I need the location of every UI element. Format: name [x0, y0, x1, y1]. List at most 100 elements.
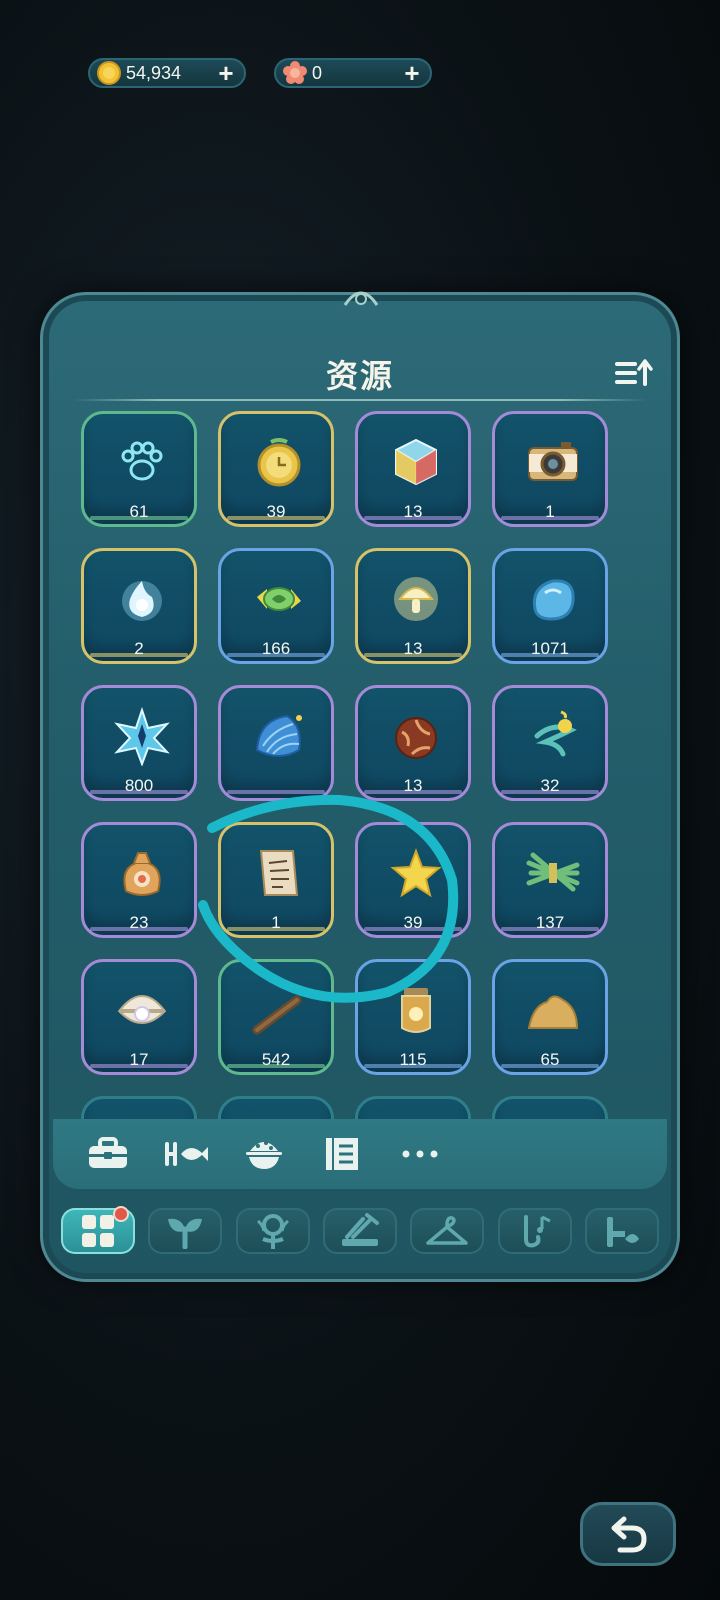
tab-furniture[interactable] [584, 1208, 659, 1254]
glow-jar-icon [401, 988, 431, 1033]
tab-items[interactable] [61, 1206, 135, 1254]
chocolate-ball-icon [395, 717, 437, 759]
candy-icon [257, 587, 301, 611]
resource-slot[interactable]: 39 [218, 411, 334, 527]
tab-music[interactable] [497, 1208, 572, 1254]
item-count: 13 [403, 502, 423, 521]
item-count: 137 [535, 913, 565, 932]
flower-amount: 0 [312, 62, 323, 83]
item-count: 39 [403, 913, 423, 932]
tab-plants[interactable] [148, 1208, 223, 1254]
tab-book[interactable] [303, 1129, 381, 1179]
add-flower-button[interactable]: + [398, 59, 426, 87]
paper-note-icon [259, 850, 299, 896]
paw-icon [121, 441, 163, 481]
tab-food[interactable] [225, 1129, 303, 1179]
resource-slot[interactable]: 23 [81, 822, 197, 938]
star-crystal-icon [114, 706, 170, 766]
item-count: 39 [266, 502, 286, 521]
star-icon [390, 848, 442, 898]
crafting-icon [341, 1213, 379, 1246]
resource-slot[interactable]: 13 [355, 685, 471, 801]
resource-slot[interactable]: 17 [81, 959, 197, 1075]
panel-title: 资源 [325, 358, 394, 394]
sort-icon[interactable] [613, 357, 653, 389]
camera-icon [528, 442, 578, 481]
item-count: 115 [399, 1050, 427, 1069]
swirl-orb-icon [534, 710, 577, 757]
item-count: 32 [540, 776, 560, 795]
title-divider [73, 399, 647, 401]
toolbox-icon [89, 1137, 127, 1168]
flower-icon [256, 1214, 289, 1249]
item-count: 17 [129, 1050, 149, 1069]
resources-panel: 资源 61 39 13 1 2 166 13 1071 800 13 32 23 1 39 137 17 542… [40, 291, 681, 1282]
item-count: 13 [403, 639, 423, 658]
item-count: 65 [540, 1050, 560, 1069]
tab-more[interactable] [381, 1129, 459, 1179]
item-count: 61 [129, 502, 149, 521]
resource-slot[interactable]: 1 [218, 822, 334, 938]
resource-slot[interactable] [218, 685, 334, 801]
pocket-watch-icon [257, 438, 301, 487]
more-icon [402, 1150, 438, 1158]
blue-shell-icon [255, 714, 302, 757]
crest-ornament [343, 291, 379, 306]
resource-slot[interactable]: 65 [492, 959, 608, 1075]
sand-pile-icon [527, 995, 579, 1029]
pouch-icon [123, 852, 161, 896]
resource-slot[interactable]: 542 [218, 959, 334, 1075]
sprout-icon [168, 1218, 203, 1249]
book-icon [326, 1138, 358, 1170]
resource-slot[interactable]: 166 [218, 548, 334, 664]
add-gold-button[interactable]: + [212, 59, 240, 87]
grass-bundle-icon [526, 852, 580, 892]
blue-slime-icon [532, 579, 575, 621]
notification-badge [113, 1206, 129, 1222]
item-count: 542 [261, 1050, 291, 1069]
fish-icon [165, 1142, 208, 1166]
gold-currency-bar: 54,934 + [88, 58, 246, 88]
tab-flowers[interactable] [235, 1208, 310, 1254]
resource-slot[interactable]: 13 [355, 548, 471, 664]
hanger-icon [426, 1216, 469, 1245]
resource-slot[interactable]: 1071 [492, 548, 608, 664]
back-button[interactable] [580, 1502, 676, 1566]
tab-toolbox[interactable] [69, 1129, 147, 1179]
resource-slot[interactable]: 1 [492, 411, 608, 527]
category-tab-bar [61, 1201, 659, 1261]
tab-crafting[interactable] [322, 1208, 397, 1254]
flower-icon [283, 61, 307, 84]
coin-icon [97, 61, 121, 85]
cube-icon [395, 438, 437, 486]
return-arrow-icon [611, 1516, 647, 1553]
tab-clothing[interactable] [410, 1208, 485, 1254]
spirit-flame-icon [122, 581, 162, 621]
resource-slot[interactable]: 32 [492, 685, 608, 801]
glowing-mushroom-icon [394, 577, 438, 621]
item-count: 1 [271, 913, 281, 932]
tab-fishing[interactable] [147, 1129, 225, 1179]
resource-grid: 61 39 13 1 2 166 13 1071 800 13 32 23 1 39 137 17 542 115… [81, 411, 681, 1141]
item-count: 13 [403, 776, 423, 795]
pearl-oyster-icon [117, 995, 167, 1024]
item-count: 1 [545, 502, 555, 521]
resource-slot[interactable]: 2 [81, 548, 197, 664]
item-count: 166 [261, 639, 291, 658]
grid-icon [82, 1215, 114, 1247]
resource-slot[interactable]: 61 [81, 411, 197, 527]
item-count: 23 [129, 913, 149, 932]
resource-slot[interactable]: 115 [355, 959, 471, 1075]
wood-stick-icon [252, 995, 302, 1035]
rarity-glow [227, 790, 325, 794]
item-count: 800 [124, 776, 154, 795]
resource-slot[interactable]: 800 [81, 685, 197, 801]
furniture-icon [606, 1217, 639, 1247]
food-bowl-icon [246, 1141, 282, 1169]
item-count: 2 [134, 639, 144, 658]
resource-slot[interactable]: 137 [492, 822, 608, 938]
item-count: 1071 [531, 639, 569, 658]
resource-slot[interactable]: 39 [355, 822, 471, 938]
gold-amount: 54,934 [126, 62, 182, 83]
resource-slot[interactable]: 13 [355, 411, 471, 527]
